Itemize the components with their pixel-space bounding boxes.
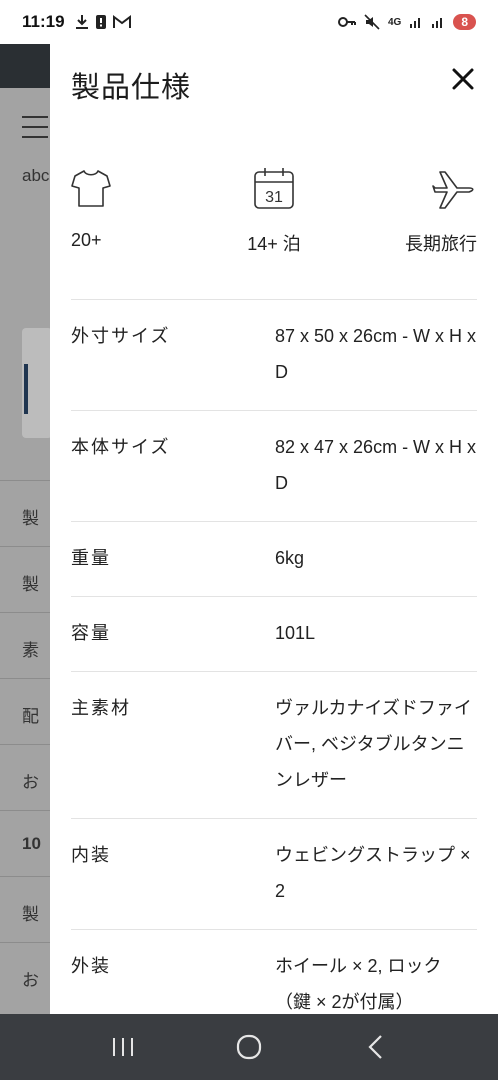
gmail-icon: [112, 15, 131, 28]
battery-badge: 8: [453, 14, 476, 30]
background-item[interactable]: 製: [22, 504, 39, 529]
calendar-icon: 31: [254, 168, 294, 209]
spec-value: 101L: [275, 623, 316, 643]
navigation-bar: [0, 1014, 498, 1080]
background-item[interactable]: 素: [22, 636, 39, 661]
recents-icon: [113, 1038, 133, 1056]
signal-icon-2: [432, 18, 443, 28]
background-item[interactable]: 配: [22, 702, 39, 727]
feature-icons: 20+ 31 14+ 泊 長期旅行: [71, 166, 477, 256]
status-bar: 11:19 4G 8: [0, 0, 498, 44]
download-icon: [75, 15, 88, 29]
status-time: 11:19: [22, 12, 65, 31]
feature-label: 14+ 泊: [247, 234, 301, 254]
feature-nights: 31 14+ 泊: [219, 166, 329, 256]
background-item: abc: [22, 166, 50, 185]
key-icon: [337, 17, 356, 27]
back-button[interactable]: [355, 1027, 395, 1067]
airplane-icon: [432, 171, 474, 209]
spec-key: 内装: [71, 845, 111, 865]
spec-key: 容量: [71, 623, 111, 643]
calendar-day: 31: [265, 189, 283, 206]
feature-trip: 長期旅行: [367, 166, 477, 256]
tshirt-icon: [71, 170, 111, 207]
spec-value: ホイール × 2, ロック（鍵 × 2が付属）: [275, 956, 442, 1012]
feature-clothes: 20+: [71, 166, 181, 256]
spec-row: 内装 ウェビングストラップ × 2: [71, 819, 477, 930]
spec-value: 6kg: [275, 548, 305, 568]
background-item[interactable]: 製: [22, 900, 39, 925]
spec-value: ウェビングストラップ × 2: [275, 845, 471, 901]
alert-icon: [95, 15, 106, 29]
spec-value: 82 x 47 x 26cm - W x H x D: [275, 437, 477, 493]
spec-key: 本体サイズ: [71, 437, 171, 457]
home-button[interactable]: [229, 1027, 269, 1067]
spec-table: 外寸サイズ 87 x 50 x 26cm - W x H x D 本体サイズ 8…: [71, 299, 477, 1014]
spec-key: 重量: [71, 548, 111, 568]
mute-icon: [364, 14, 380, 30]
spec-row: 外装 ホイール × 2, ロック（鍵 × 2が付属）: [71, 930, 477, 1014]
background-item[interactable]: お: [22, 768, 39, 793]
network-label: 4G: [387, 16, 402, 28]
menu-icon[interactable]: [22, 116, 48, 146]
spec-value: 87 x 50 x 26cm - W x H x D: [275, 326, 477, 382]
spec-key: 主素材: [71, 698, 131, 718]
spec-key: 外寸サイズ: [71, 326, 171, 346]
recents-button[interactable]: [103, 1027, 143, 1067]
product-specs-drawer: 製品仕様 20+ 31 14+ 泊 長期旅行 外寸サイズ 87 x 50 x 2…: [50, 44, 498, 1014]
feature-label: 20+: [71, 230, 102, 250]
background-item[interactable]: お: [22, 966, 39, 991]
spec-row: 本体サイズ 82 x 47 x 26cm - W x H x D: [71, 411, 477, 522]
close-icon[interactable]: [450, 66, 476, 92]
spec-key: 外装: [71, 956, 111, 976]
spec-row: 外寸サイズ 87 x 50 x 26cm - W x H x D: [71, 300, 477, 411]
drawer-title: 製品仕様: [71, 72, 192, 104]
spec-value: ヴァルカナイズドファイバー, ベジタブルタンニンレザー: [275, 698, 472, 790]
background-item[interactable]: 製: [22, 570, 39, 595]
feature-label: 長期旅行: [405, 234, 477, 254]
spec-row: 重量 6kg: [71, 522, 477, 597]
home-icon: [236, 1034, 262, 1060]
background-item: 10: [22, 834, 41, 853]
back-icon: [368, 1035, 382, 1059]
spec-row: 主素材 ヴァルカナイズドファイバー, ベジタブルタンニンレザー: [71, 672, 477, 819]
spec-row: 容量 101L: [71, 597, 477, 672]
signal-icon: [410, 18, 421, 28]
